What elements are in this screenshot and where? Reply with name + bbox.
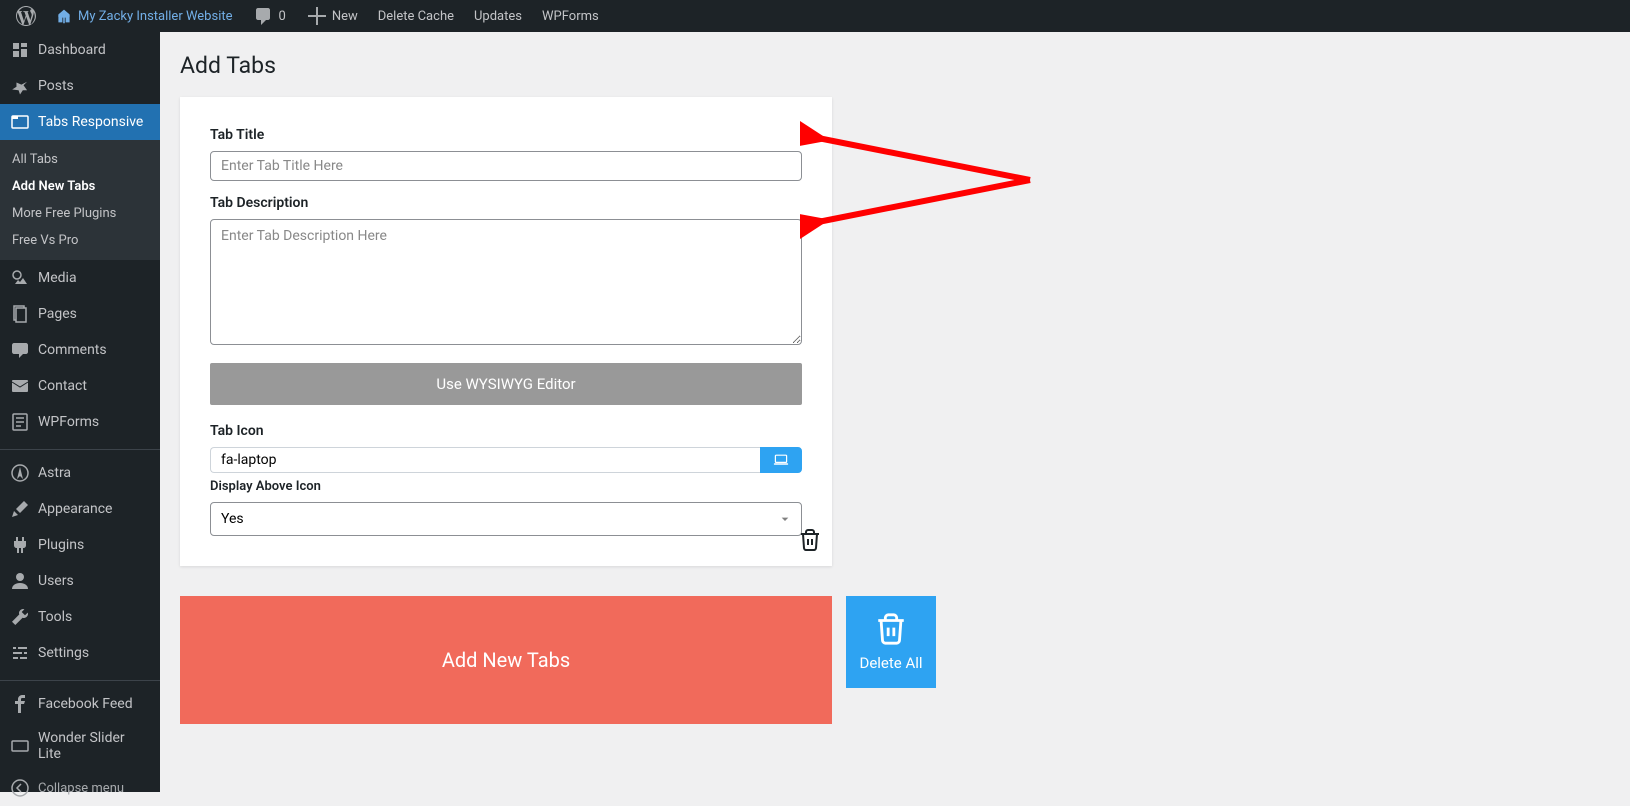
submenu-all-tabs[interactable]: All Tabs xyxy=(0,146,160,173)
fb-icon xyxy=(10,694,30,714)
tab-description-label: Tab Description xyxy=(210,195,802,211)
icon-picker-button[interactable] xyxy=(760,447,802,473)
delete-cache-link[interactable]: Delete Cache xyxy=(370,0,462,32)
tab-title-input[interactable] xyxy=(210,151,802,181)
pin-icon xyxy=(10,76,30,96)
collapse-menu[interactable]: Collapse menu xyxy=(0,770,160,806)
tab-description-input[interactable] xyxy=(210,219,802,345)
wysiwyg-button[interactable]: Use WYSIWYG Editor xyxy=(210,363,802,405)
menu-astra[interactable]: Astra xyxy=(0,455,160,491)
comments-count: 0 xyxy=(279,9,286,24)
pages-icon xyxy=(10,304,30,324)
menu-users[interactable]: Users xyxy=(0,563,160,599)
menu-wonder-slider[interactable]: Wonder Slider Lite xyxy=(0,722,160,770)
admin-bar: My Zacky Installer Website 0 New Delete … xyxy=(0,0,1630,32)
menu-settings[interactable]: Settings xyxy=(0,635,160,671)
delete-all-label: Delete All xyxy=(859,654,922,672)
menu-posts[interactable]: Posts xyxy=(0,68,160,104)
main-content: Add Tabs Tab Title Tab Description Use W… xyxy=(180,32,1610,724)
comments-icon xyxy=(10,340,30,360)
updates-link[interactable]: Updates xyxy=(466,0,530,32)
menu-separator xyxy=(0,676,160,681)
tab-icon-input[interactable] xyxy=(210,447,760,473)
collapse-icon xyxy=(10,778,30,798)
page-title: Add Tabs xyxy=(180,52,1610,79)
brush-icon xyxy=(10,499,30,519)
add-new-tabs-button[interactable]: Add New Tabs xyxy=(180,596,832,724)
menu-facebook-feed[interactable]: Facebook Feed xyxy=(0,686,160,722)
dashboard-icon xyxy=(10,40,30,60)
delete-tab-button[interactable] xyxy=(798,528,822,556)
submenu-more-plugins[interactable]: More Free Plugins xyxy=(0,200,160,227)
menu-separator xyxy=(0,445,160,450)
menu-dashboard[interactable]: Dashboard xyxy=(0,32,160,68)
site-name: My Zacky Installer Website xyxy=(78,9,233,24)
trash-icon xyxy=(874,612,908,646)
form-icon xyxy=(10,412,30,432)
sliders-icon xyxy=(10,643,30,663)
astra-icon xyxy=(10,463,30,483)
wp-logo[interactable] xyxy=(8,0,44,32)
wpforms-link[interactable]: WPForms xyxy=(534,0,607,32)
submenu-tabs: All Tabs Add New Tabs More Free Plugins … xyxy=(0,140,160,260)
site-name-link[interactable]: My Zacky Installer Website xyxy=(48,0,241,32)
new-content-link[interactable]: New xyxy=(298,0,366,32)
submenu-free-vs-pro[interactable]: Free Vs Pro xyxy=(0,227,160,254)
mail-icon xyxy=(10,376,30,396)
menu-tabs-responsive[interactable]: Tabs Responsive xyxy=(0,104,160,140)
menu-pages[interactable]: Pages xyxy=(0,296,160,332)
plugin-icon xyxy=(10,535,30,555)
slider-icon xyxy=(10,736,30,756)
laptop-icon xyxy=(773,452,789,468)
display-above-select[interactable]: Yes xyxy=(210,502,802,536)
tab-icon-label: Tab Icon xyxy=(210,423,802,439)
media-icon xyxy=(10,268,30,288)
trash-icon xyxy=(798,528,822,552)
menu-appearance[interactable]: Appearance xyxy=(0,491,160,527)
user-icon xyxy=(10,571,30,591)
tab-form-card: Tab Title Tab Description Use WYSIWYG Ed… xyxy=(180,97,832,566)
menu-media[interactable]: Media xyxy=(0,260,160,296)
comments-link[interactable]: 0 xyxy=(245,0,294,32)
submenu-add-new-tabs[interactable]: Add New Tabs xyxy=(0,173,160,200)
menu-comments[interactable]: Comments xyxy=(0,332,160,368)
menu-tools[interactable]: Tools xyxy=(0,599,160,635)
admin-sidebar: Dashboard Posts Tabs Responsive All Tabs… xyxy=(0,32,160,792)
menu-wpforms[interactable]: WPForms xyxy=(0,404,160,440)
tab-title-label: Tab Title xyxy=(210,127,802,143)
menu-plugins[interactable]: Plugins xyxy=(0,527,160,563)
menu-contact[interactable]: Contact xyxy=(0,368,160,404)
delete-all-button[interactable]: Delete All xyxy=(846,596,936,688)
new-label: New xyxy=(332,9,358,24)
display-above-label: Display Above Icon xyxy=(210,479,802,494)
tabs-icon xyxy=(10,112,30,132)
wrench-icon xyxy=(10,607,30,627)
